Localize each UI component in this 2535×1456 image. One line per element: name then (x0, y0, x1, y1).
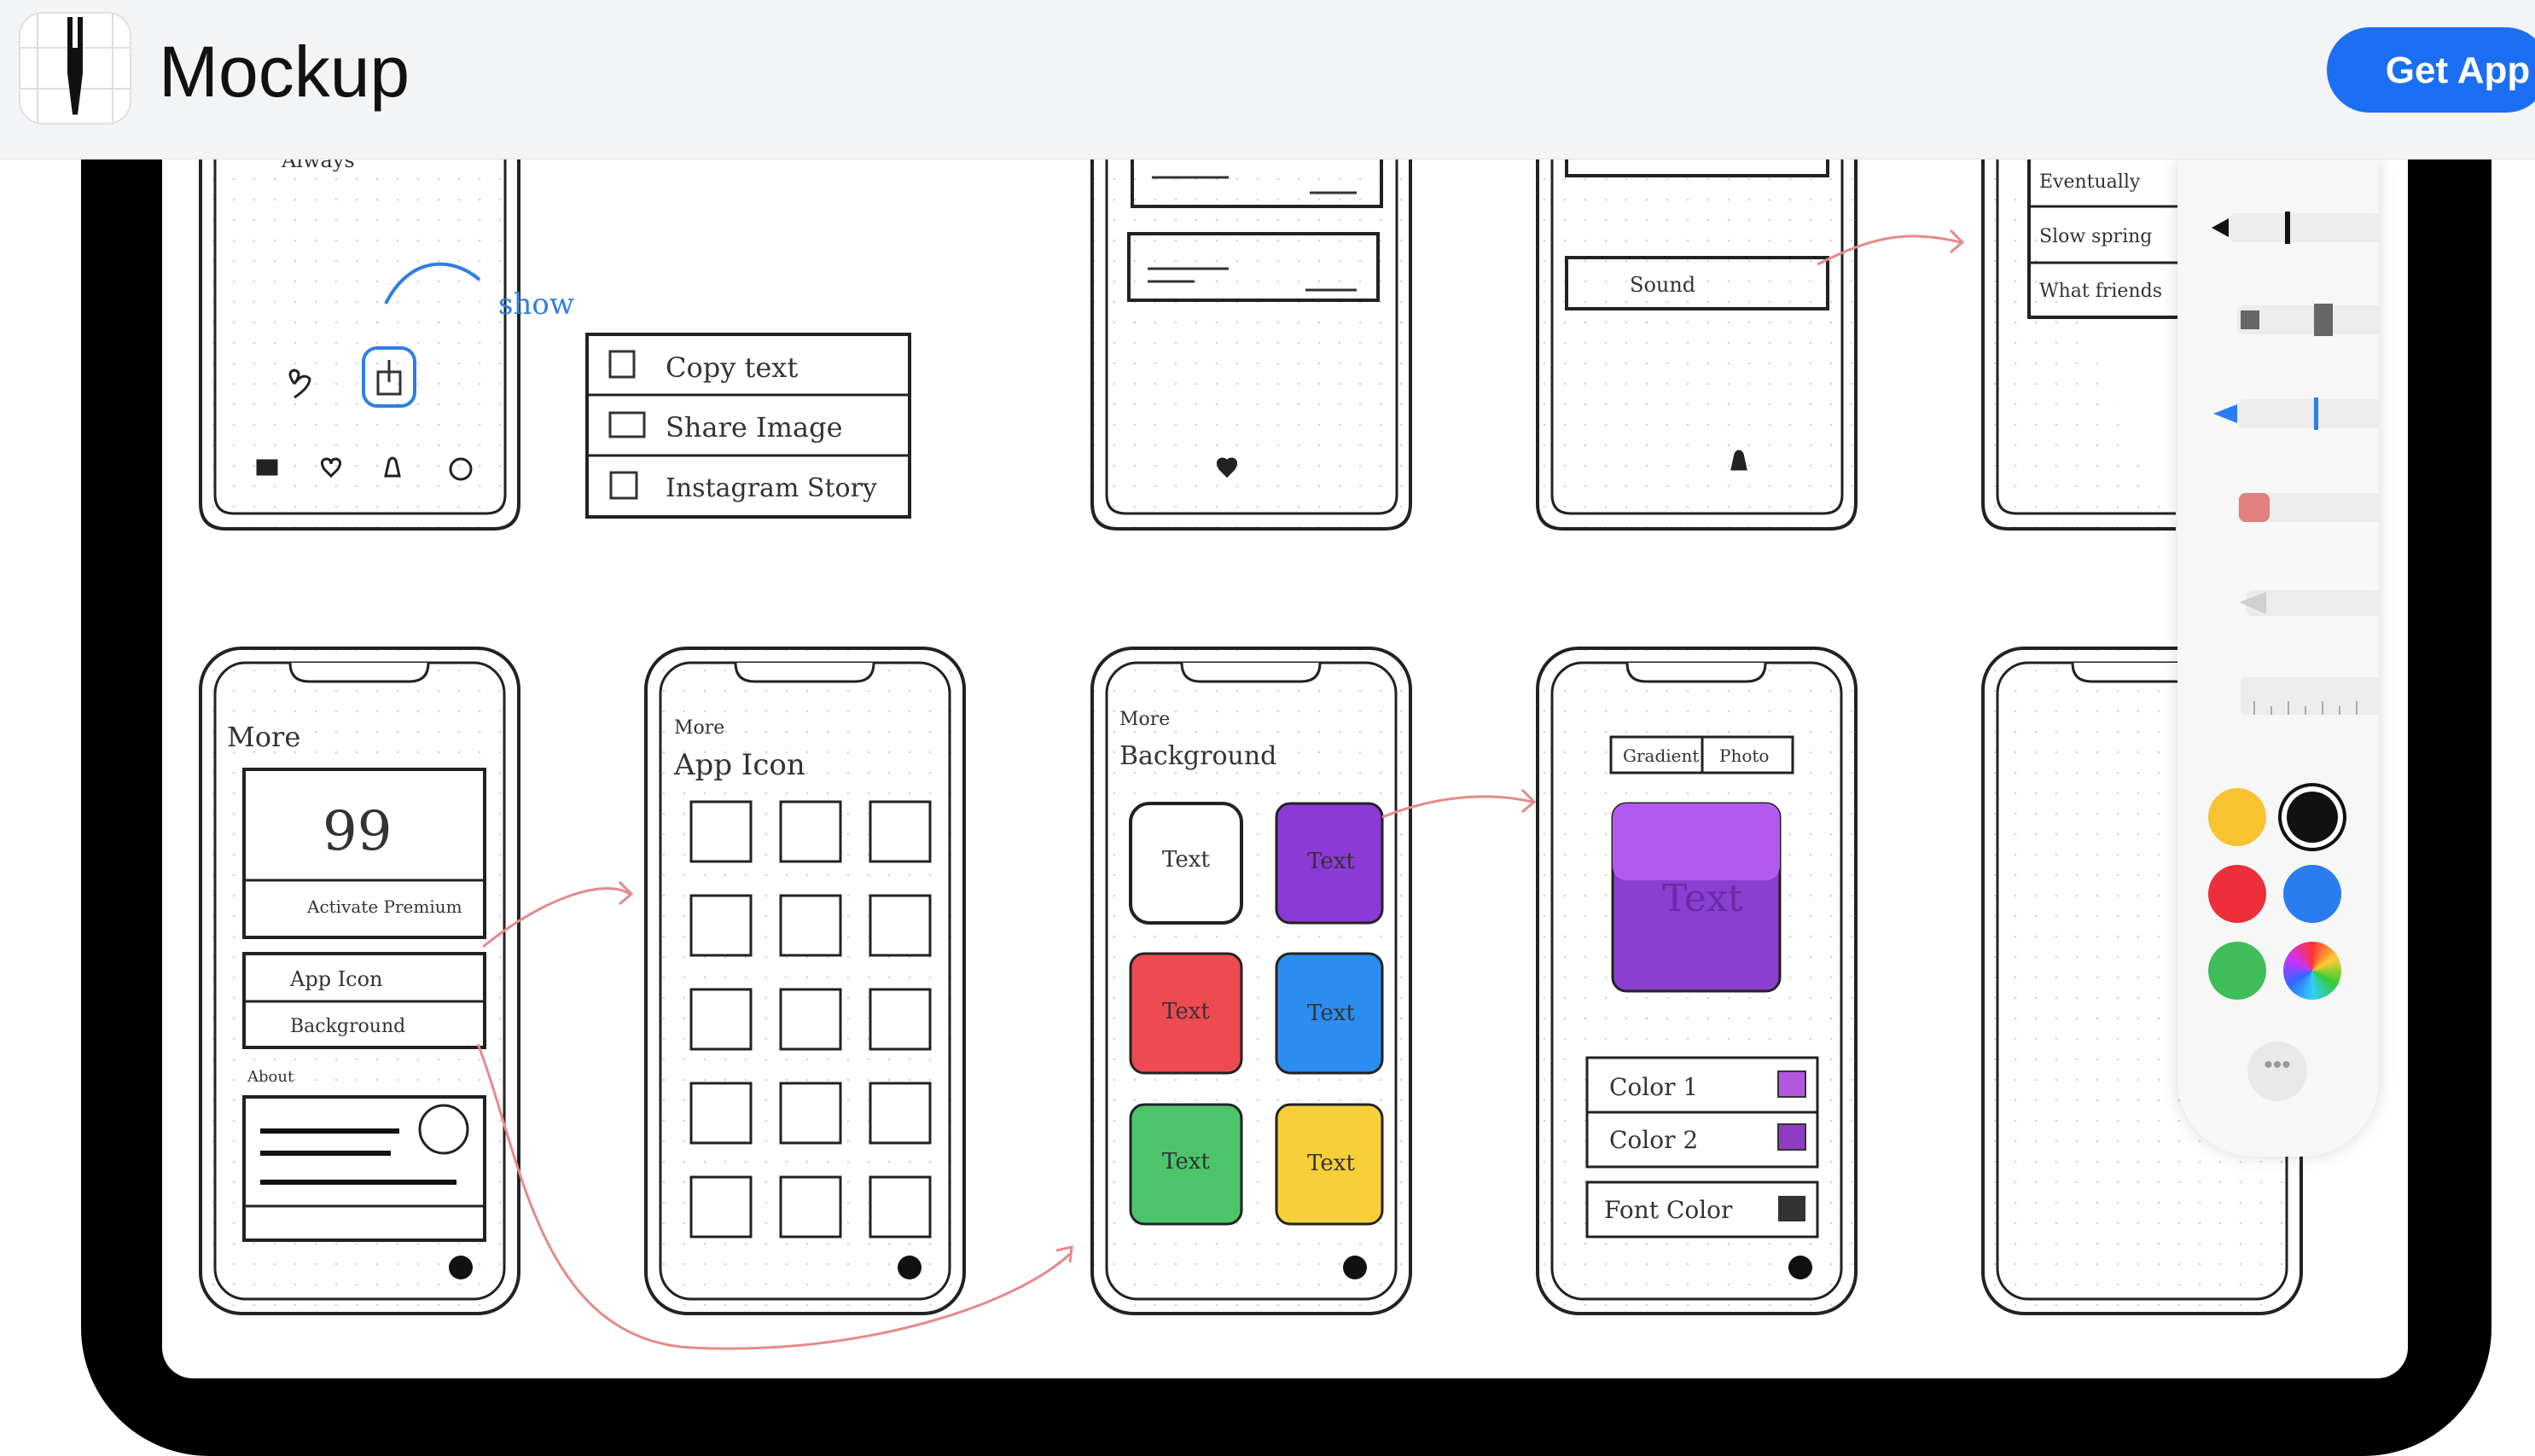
share-menu: Copy text Share Image Instagram Story (585, 333, 911, 519)
app-icon-row: App Icon (289, 967, 383, 991)
app-icon-back: More (674, 717, 724, 739)
phone-top-share: Always show (199, 128, 574, 531)
red-swatch[interactable] (2208, 865, 2266, 923)
card-text-6: Text (1307, 1151, 1355, 1176)
tool-palette: ••• (2177, 159, 2379, 1157)
phone-background: More Background Text Text Text Text Text… (1090, 647, 1537, 1315)
phone-top-list (1090, 128, 1412, 531)
tab-photo: Photo (1719, 745, 1769, 766)
tool-set (2212, 212, 2379, 715)
menu-share-image: Share Image (666, 411, 843, 444)
phone-more: More 99 Activate Premium App Icon Backgr… (199, 647, 520, 1315)
quote-tab-icon (256, 459, 278, 476)
blue-swatch[interactable] (2283, 865, 2341, 923)
card-text-4: Text (1307, 1001, 1355, 1026)
menu-copy-text: Copy text (666, 351, 798, 384)
more-title: More (227, 721, 300, 753)
phone-app-icon: More App Icon (644, 647, 966, 1315)
preview-text: Text (1662, 877, 1743, 920)
card-text-5: Text (1162, 1149, 1210, 1175)
black-swatch[interactable] (2287, 792, 2338, 843)
card-text-1: Text (1162, 847, 1210, 873)
app-name: Mockup (159, 32, 410, 112)
menu-instagram-story: Instagram Story (666, 473, 877, 503)
background-back: More (1119, 709, 1170, 730)
lasso-icon[interactable] (2239, 590, 2379, 616)
background-row: Background (290, 1016, 405, 1037)
phone-top-settings: Sound (1536, 128, 1965, 531)
card-text-3: Text (1162, 999, 1210, 1024)
color-1-row: Color 1 (1609, 1073, 1698, 1101)
background-title: Background (1119, 741, 1276, 771)
yellow-swatch[interactable] (2208, 788, 2266, 846)
pen-icon[interactable] (2212, 212, 2379, 244)
phone-gradient: Gradient Photo Text Color 1 Color 2 Font… (1536, 647, 1858, 1315)
color-wheel-swatch[interactable] (2283, 942, 2341, 1000)
sound-row-text: Sound (1630, 273, 1695, 297)
color-1-swatch (1777, 1070, 1806, 1098)
font-color-row: Font Color (1604, 1196, 1733, 1224)
about-label: About (247, 1068, 294, 1086)
what-friends-text: What friends (2039, 281, 2162, 302)
activate-premium-text: Activate Premium (306, 896, 462, 917)
pen-nib-icon (20, 14, 130, 123)
card-text-2: Text (1307, 849, 1355, 874)
slow-spring-text: Slow spring (2039, 226, 2152, 247)
marker-icon[interactable] (2237, 304, 2379, 336)
ruler-icon[interactable] (2241, 677, 2379, 715)
app-banner: Mockup Get App (0, 0, 2535, 160)
more-tab-filled-icon (449, 1256, 473, 1279)
green-swatch[interactable] (2208, 942, 2266, 1000)
palette-more-button[interactable]: ••• (2247, 1041, 2307, 1101)
tab-gradient: Gradient (1623, 745, 1699, 766)
eventually-text: Eventually (2039, 171, 2141, 193)
font-color-swatch (1778, 1196, 1805, 1221)
eraser-icon[interactable] (2237, 493, 2379, 522)
app-icon-title: App Icon (673, 748, 805, 782)
get-app-button[interactable]: Get App (2327, 27, 2535, 113)
color-2-row: Color 2 (1609, 1126, 1698, 1154)
ipad-screen: Always show Copy text Share Image Instag… (162, 128, 2408, 1378)
phone-top-right: Eventually Slow spring What friends (1981, 128, 2184, 531)
quote-mark: 99 (323, 800, 392, 863)
pencil-icon[interactable] (2213, 397, 2379, 430)
app-icon (19, 12, 131, 125)
wireframe-sketch: Always show Copy text Share Image Instag… (199, 128, 2303, 1350)
show-label: show (498, 287, 574, 322)
color-2-swatch (1777, 1123, 1806, 1151)
